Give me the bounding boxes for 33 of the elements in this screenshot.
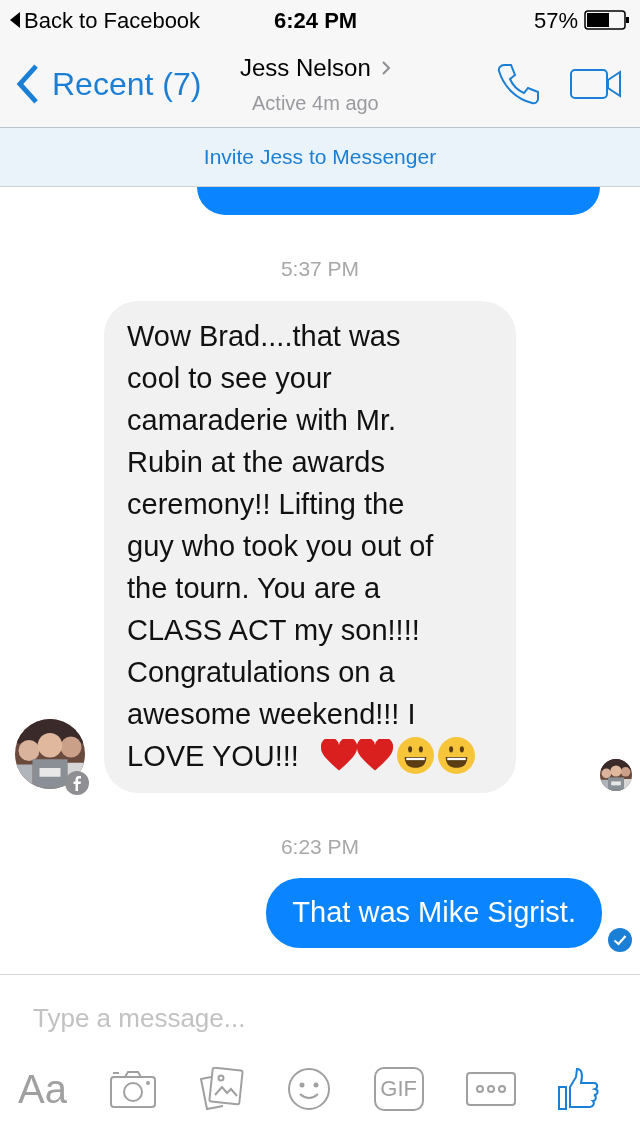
smiley-icon [396,737,434,774]
chevron-left-icon [16,62,40,105]
timestamp: 5:37 PM [280,256,360,282]
camera-icon [109,1069,158,1109]
video-camera-icon [570,67,622,100]
timestamp: 6:23 PM [280,833,360,860]
heart-icon [320,739,357,772]
message-bubble: That was Mike Sigrist. [266,878,602,948]
message-input[interactable]: Type a message... [0,975,640,1061]
facebook-badge-icon [65,770,89,795]
phone-icon [496,61,540,106]
smiley-icon [437,737,475,774]
heart-icon [356,739,393,772]
back-button[interactable]: Recent (7) [16,59,202,108]
message-text: Wow Brad....that was cool to see your camaraderie with Mr. Rubin at the awards ceremony!! Lifting the guy who took you out of the tourn. You are a CLASS ACT my son!!!! Congratulations on a awesome weekend!!! I [127,318,434,732]
message-text: LOVE YOU!!! [127,738,299,774]
battery-icon [584,10,630,30]
clock: 6:24 PM [274,6,358,35]
smiley-icon [287,1067,332,1111]
photos-icon [199,1067,246,1111]
video-call-button[interactable] [570,67,622,100]
back-link[interactable]: Back to Facebook [24,3,201,37]
text-format-button[interactable]: Aa [18,1061,67,1117]
thumbs-up-icon [557,1067,600,1111]
battery-percent: 57% [533,6,578,35]
back-icon [10,11,20,29]
gif-button[interactable]: GIF [373,1067,424,1111]
more-icon [465,1072,516,1106]
chevron-right-icon [380,59,391,76]
presence-status: Active 4m ago [252,90,379,116]
call-button[interactable] [496,61,540,106]
invite-banner[interactable]: Invite Jess to Messenger [0,128,640,187]
contact-name[interactable]: Jess Nelson [240,49,371,86]
